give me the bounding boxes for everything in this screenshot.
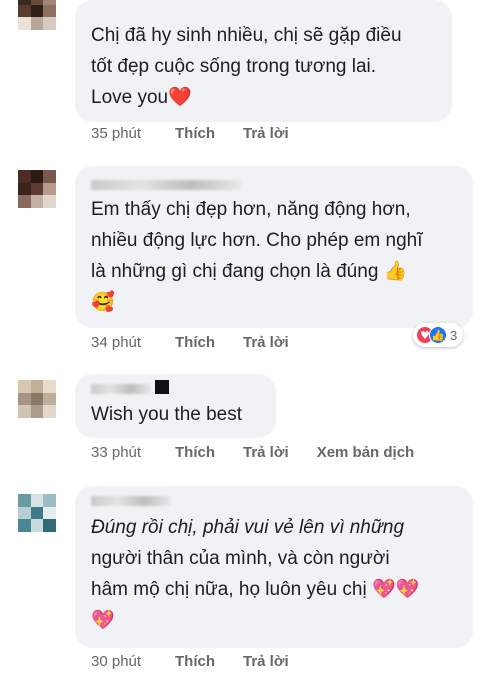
reaction-count: 3 [450,327,458,343]
comment-bubble: Chị đã hy sinh nhiều, chị sẽ gặp điều tố… [75,0,452,122]
comment-actions: 35 phút Thích Trả lời [91,125,317,142]
like-button[interactable]: Thích [175,125,215,142]
comment-text: là những gì chị đang chọn là đúng [91,261,379,282]
blurred-author-name [91,384,151,394]
reply-button[interactable]: Trả lời [243,444,289,461]
blurred-author-name [91,496,171,506]
like-button[interactable]: Thích [175,334,215,351]
comment-actions: 33 phút Thích Trả lời Xem bản dịch [91,444,414,461]
like-reaction-icon: 👍 [429,326,447,344]
avatar[interactable] [18,170,56,208]
thumbs-up-emoji-icon: 👍 [383,260,408,282]
avatar[interactable] [18,494,56,532]
comment-text: hâm mộ chị nữa, họ luôn yêu chị [91,579,367,600]
comment-actions: 30 phút Thích Trả lời [91,653,317,670]
like-button[interactable]: Thích [175,653,215,670]
heart-emoji-icon: ❤️ [168,86,192,108]
reply-button[interactable]: Trả lời [243,653,289,670]
blurred-author-name [91,180,241,190]
sparkling-heart-emoji-icon: 💖 [91,609,115,631]
comment-text: Wish you the best [91,404,243,425]
comment-text: Em thấy chị đẹp hơn, năng động hơn, [91,199,411,220]
comment-bubble: Wish you the best [75,374,276,438]
reaction-summary[interactable]: ♥ 👍 3 [413,323,464,347]
reply-button[interactable]: Trả lời [243,334,289,351]
comment-text: tốt đẹp cuộc sống trong tương lai. [91,56,377,77]
avatar[interactable] [18,380,56,418]
like-button[interactable]: Thích [175,444,215,461]
avatar[interactable] [18,0,56,30]
see-translation-link[interactable]: Xem bản dịch [317,444,415,461]
comment-text: Đúng rồi chị, phải vui vẻ lên vì những [91,517,405,538]
comment-text: người thân của mình, và còn người [91,548,390,569]
comment-text: Love you [91,87,169,108]
timestamp[interactable]: 34 phút [91,334,175,351]
comment-text: nhiều động lực hơn. Cho phép em nghĩ [91,230,423,251]
sparkling-heart-emoji-icon: 💖💖 [372,578,420,600]
timestamp[interactable]: 33 phút [91,444,175,461]
smiling-hearts-emoji-icon: 🥰 [91,291,115,313]
comment-text: Chị đã hy sinh nhiều, chị sẽ gặp điều [91,25,402,46]
comment-bubble: Đúng rồi chị, phải vui vẻ lên vì những n… [75,486,473,648]
timestamp[interactable]: 30 phút [91,653,175,670]
timestamp[interactable]: 35 phút [91,125,175,142]
reply-button[interactable]: Trả lời [243,125,289,142]
blurred-author-name [155,380,169,394]
comment-actions: 34 phút Thích Trả lời [91,334,317,351]
comment-bubble: Em thấy chị đẹp hơn, năng động hơn, nhiề… [75,166,473,328]
